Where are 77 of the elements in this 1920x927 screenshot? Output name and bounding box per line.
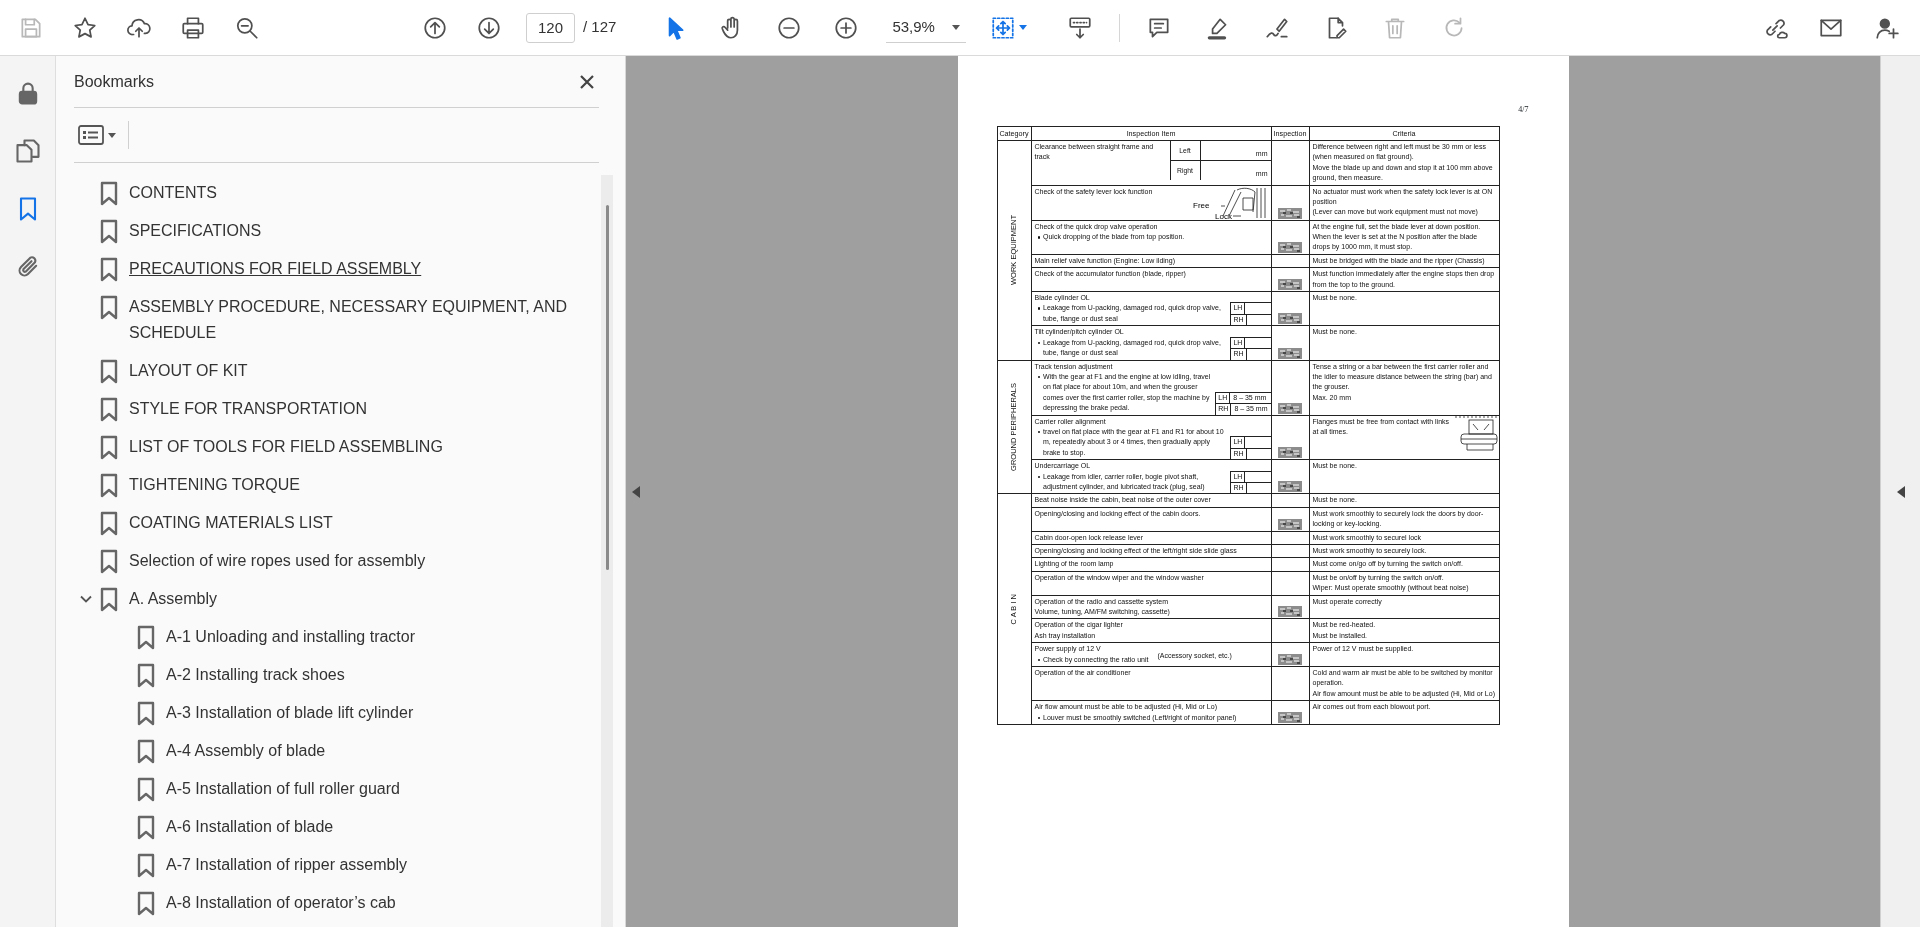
stamp-drawing bbox=[1278, 654, 1302, 666]
zoom-out-icon bbox=[776, 14, 803, 41]
figure-label: Lock bbox=[1214, 211, 1232, 220]
bookmark-icon bbox=[98, 294, 120, 320]
bookmark-icon bbox=[135, 776, 157, 802]
bookmark-item[interactable]: LIST OF TOOLS FOR FIELD ASSEMBLING bbox=[74, 428, 595, 466]
bookmark-icon bbox=[135, 624, 157, 650]
bookmark-icon bbox=[98, 358, 120, 384]
bookmark-item[interactable]: COATING MATERIALS LIST bbox=[74, 504, 595, 542]
stamp-drawing bbox=[1278, 518, 1302, 530]
caret-icon bbox=[1019, 25, 1028, 30]
bookmark-item[interactable]: A-2 Installing track shoes bbox=[74, 656, 595, 694]
bookmark-item[interactable]: A. Assembly bbox=[74, 580, 595, 618]
star-icon bbox=[72, 14, 98, 41]
fit-page-icon bbox=[990, 14, 1017, 41]
bookmark-item[interactable]: CONTENTS bbox=[74, 174, 595, 212]
close-icon bbox=[579, 73, 595, 90]
bookmark-icon bbox=[98, 472, 120, 498]
bookmark-item[interactable]: A-3 Installation of blade lift cylinder bbox=[74, 694, 595, 732]
scrollbar[interactable] bbox=[601, 175, 613, 927]
bookmark-icon bbox=[135, 890, 157, 916]
bookmark-icon bbox=[98, 510, 120, 536]
bookmark-icon bbox=[98, 434, 120, 460]
bookmark-item[interactable]: Selection of wire ropes used for assembly bbox=[74, 542, 595, 580]
stamp-drawing bbox=[1278, 606, 1302, 618]
stamp-drawing bbox=[1278, 241, 1302, 253]
bullet-icon bbox=[1037, 236, 1040, 239]
panel-title: Bookmarks bbox=[74, 71, 155, 92]
collapse-left-icon[interactable] bbox=[632, 485, 640, 498]
bookmark-item[interactable]: A-7 Installation of ripper assembly bbox=[74, 846, 595, 884]
bookmark-item[interactable]: SPECIFICATIONS bbox=[74, 212, 595, 250]
bookmark-icon bbox=[135, 852, 157, 878]
stamp-drawing bbox=[1278, 347, 1302, 359]
page-total: / 127 bbox=[583, 17, 617, 38]
bookmark-icon bbox=[98, 256, 120, 282]
bookmark-icon bbox=[135, 700, 157, 726]
expand-panel-icon[interactable] bbox=[1896, 485, 1905, 498]
zoom-dropdown[interactable]: 53,9% bbox=[886, 12, 967, 43]
page-number-field[interactable]: 120 bbox=[526, 12, 575, 43]
bookmark-item[interactable]: A-4 Assembly of blade bbox=[74, 732, 595, 770]
page-label: 4/7 bbox=[1517, 104, 1530, 116]
zoom-in-icon bbox=[833, 14, 860, 41]
stamp-drawing bbox=[1278, 279, 1302, 291]
arrow-down-circle-icon bbox=[476, 14, 502, 41]
bookmark-icon bbox=[98, 548, 120, 574]
bookmark-item[interactable]: TIGHTENING TORQUE bbox=[74, 466, 595, 504]
bookmark-item[interactable]: A-8 Installation of operator’s cab bbox=[74, 884, 595, 922]
caret-icon bbox=[108, 132, 116, 138]
bookmark-item[interactable]: PRECAUTIONS FOR FIELD ASSEMBLY bbox=[74, 250, 595, 288]
bookmark-item[interactable]: STYLE FOR TRANSPORTATION bbox=[74, 390, 595, 428]
caret-icon bbox=[952, 24, 961, 30]
bookmark-item[interactable]: LAYOUT OF KIT bbox=[74, 352, 595, 390]
printer-icon bbox=[180, 14, 206, 41]
pages-icon bbox=[13, 137, 42, 165]
scrollbar-thumb[interactable] bbox=[605, 205, 609, 570]
bookmark-item[interactable]: A-5 Installation of full roller guard bbox=[74, 770, 595, 808]
stamp-drawing bbox=[1278, 447, 1302, 459]
bookmark-item[interactable]: A-1 Unloading and installing tractor bbox=[74, 618, 595, 656]
bookmark-icon bbox=[98, 586, 120, 612]
bookmark-item[interactable]: A-6 Installation of blade bbox=[74, 808, 595, 846]
bookmark-icon bbox=[135, 738, 157, 764]
stamp-drawing bbox=[1278, 712, 1302, 724]
bookmark-icon bbox=[98, 180, 120, 206]
arrow-up-circle-icon bbox=[422, 14, 448, 41]
stamp-drawing bbox=[1278, 313, 1302, 325]
stamp-drawing bbox=[1278, 481, 1302, 493]
figure-label: Free bbox=[1192, 200, 1209, 210]
stamp-drawing bbox=[1278, 402, 1302, 414]
bookmark-icon bbox=[98, 396, 120, 422]
bookmark-icon bbox=[135, 814, 157, 840]
bookmark-icon bbox=[135, 662, 157, 688]
bookmark-icon bbox=[98, 218, 120, 244]
stamp-drawing bbox=[1278, 207, 1302, 219]
bullet-icon bbox=[1037, 307, 1040, 310]
keyboard-icon bbox=[1067, 14, 1094, 41]
list-options-icon bbox=[78, 125, 104, 145]
bookmark-item[interactable]: ASSEMBLY PROCEDURE, NECESSARY EQUIPMENT, AND SCHEDULE bbox=[74, 288, 595, 352]
